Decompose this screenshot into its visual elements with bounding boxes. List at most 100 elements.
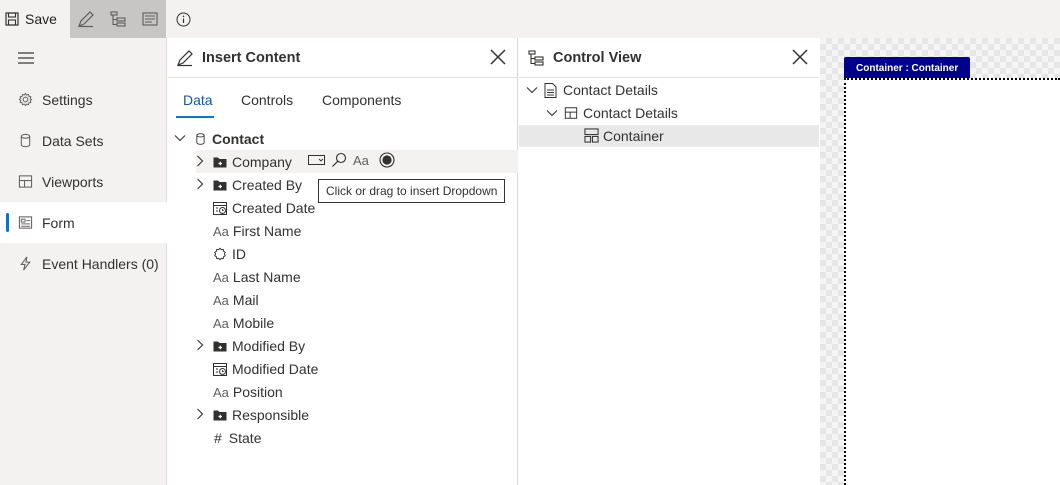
text-type-icon: Aa bbox=[213, 315, 229, 331]
container-dropzone[interactable] bbox=[844, 78, 1060, 485]
tree-root-label: Contact bbox=[212, 131, 265, 147]
tree-icon bbox=[528, 49, 544, 66]
tab-data[interactable]: Data bbox=[183, 92, 213, 108]
tab-components[interactable]: Components bbox=[322, 92, 401, 108]
tab-controls[interactable]: Controls bbox=[241, 92, 293, 108]
layout-icon bbox=[564, 106, 578, 120]
insert-radio-button[interactable] bbox=[379, 152, 395, 168]
field-company[interactable]: Company bbox=[213, 151, 292, 173]
field-label: Modified By bbox=[232, 338, 306, 354]
hamburger-menu-button[interactable] bbox=[18, 51, 34, 65]
collapse-contact-chevron[interactable] bbox=[174, 132, 186, 144]
lookup-folder-icon bbox=[213, 157, 227, 168]
field-mobile[interactable]: Aa Mobile bbox=[213, 312, 274, 334]
nav-item-settings[interactable]: Settings bbox=[0, 79, 167, 120]
text-type-icon: Aa bbox=[213, 269, 229, 285]
control-view-header: Control View bbox=[519, 38, 819, 78]
cv-node-contact-details-root[interactable]: Contact Details bbox=[519, 79, 819, 101]
save-icon bbox=[5, 12, 19, 26]
nav-item-event-handlers[interactable]: Event Handlers (0) bbox=[0, 243, 167, 284]
expand-company-chevron[interactable] bbox=[194, 155, 206, 167]
close-control-view-button[interactable] bbox=[791, 48, 809, 66]
field-label: Mail bbox=[232, 292, 259, 308]
cv-node-contact-details-child[interactable]: Contact Details bbox=[519, 102, 819, 124]
field-label: Created Date bbox=[232, 200, 316, 216]
chevron-down-icon bbox=[174, 135, 186, 142]
chevron-right-icon bbox=[197, 155, 204, 167]
panel-title: Control View bbox=[553, 49, 642, 66]
cv-node-container[interactable]: Container bbox=[519, 125, 819, 147]
nav-item-form[interactable]: Form bbox=[0, 202, 167, 243]
field-state[interactable]: # State bbox=[214, 427, 262, 449]
save-label: Save bbox=[25, 11, 57, 27]
nav-label: Data Sets bbox=[42, 132, 104, 149]
field-label: Responsible bbox=[232, 407, 310, 423]
field-label: First Name bbox=[232, 223, 302, 239]
nav-label: Settings bbox=[42, 91, 93, 108]
top-toolbar: Save bbox=[0, 0, 1060, 38]
form-preview-icon bbox=[142, 12, 158, 26]
row-insert-tools: Aa bbox=[308, 152, 395, 168]
tree-root-contact[interactable]: Contact bbox=[194, 128, 264, 150]
preview-toggle[interactable] bbox=[134, 0, 166, 38]
field-created-date[interactable]: Created Date bbox=[213, 197, 315, 219]
field-last-name[interactable]: Aa Last Name bbox=[213, 266, 301, 288]
nav-label: Form bbox=[42, 214, 75, 231]
nav-item-viewports[interactable]: Viewports bbox=[0, 161, 167, 202]
text-type-icon: Aa bbox=[213, 384, 229, 400]
design-canvas[interactable]: Container : Container bbox=[820, 38, 1060, 485]
tooltip: Click or drag to insert Dropdown bbox=[318, 179, 506, 203]
close-icon bbox=[490, 49, 506, 65]
close-insert-panel-button[interactable] bbox=[489, 48, 507, 66]
active-indicator bbox=[6, 213, 9, 232]
cv-node-label: Contact Details bbox=[583, 105, 678, 121]
field-id[interactable]: ID bbox=[213, 243, 246, 265]
search-icon bbox=[332, 152, 347, 167]
text-type-icon: Aa bbox=[213, 223, 229, 239]
tree-icon bbox=[110, 11, 126, 27]
chevron-down-icon[interactable] bbox=[526, 84, 538, 96]
insert-content-header: Insert Content bbox=[168, 38, 517, 78]
field-label: ID bbox=[232, 246, 246, 262]
cv-node-label: Container bbox=[603, 128, 664, 144]
edit-icon bbox=[77, 11, 94, 28]
container-tag[interactable]: Container : Container bbox=[844, 57, 971, 79]
control-view-panel: Control View Contact Details Contact Det… bbox=[519, 38, 819, 485]
nav-label: Event Handlers (0) bbox=[42, 255, 159, 272]
chevron-down-icon[interactable] bbox=[546, 107, 558, 119]
field-modified-by[interactable]: Modified By bbox=[213, 335, 305, 357]
info-icon bbox=[176, 12, 190, 26]
lookup-folder-icon bbox=[213, 341, 227, 352]
insert-dropdown-button[interactable] bbox=[308, 154, 325, 166]
field-created-by[interactable]: Created By bbox=[213, 174, 302, 196]
save-button[interactable]: Save bbox=[0, 0, 68, 38]
nav-item-data-sets[interactable]: Data Sets bbox=[0, 120, 167, 161]
field-mail[interactable]: Aa Mail bbox=[213, 289, 259, 311]
insert-content-panel: Insert Content Data Controls Components … bbox=[168, 38, 518, 485]
nav-label: Viewports bbox=[42, 173, 104, 190]
control-view-toggle[interactable] bbox=[102, 0, 134, 38]
insert-text-button[interactable]: Aa bbox=[353, 153, 369, 168]
insert-content-toggle[interactable] bbox=[70, 0, 102, 38]
expand-created-by-chevron[interactable] bbox=[194, 178, 206, 190]
lookup-folder-icon bbox=[213, 180, 227, 191]
expand-responsible-chevron[interactable] bbox=[194, 408, 206, 420]
info-button[interactable] bbox=[170, 0, 196, 38]
gear-icon bbox=[18, 92, 33, 107]
lightning-icon bbox=[20, 256, 31, 271]
hamburger-icon bbox=[18, 52, 34, 64]
document-icon bbox=[544, 83, 557, 98]
expand-modified-by-chevron[interactable] bbox=[194, 339, 206, 351]
field-label: Modified Date bbox=[232, 361, 319, 377]
chevron-right-icon bbox=[197, 339, 204, 351]
dropdown-control-icon bbox=[308, 155, 325, 165]
lookup-folder-icon bbox=[213, 410, 227, 421]
field-responsible[interactable]: Responsible bbox=[213, 404, 309, 426]
field-first-name[interactable]: Aa First Name bbox=[213, 220, 301, 242]
field-label: Position bbox=[232, 384, 283, 400]
database-icon bbox=[20, 133, 31, 148]
field-position[interactable]: Aa Position bbox=[213, 381, 283, 403]
insert-search-button[interactable] bbox=[331, 152, 347, 168]
field-label: Company bbox=[232, 154, 292, 170]
field-modified-date[interactable]: Modified Date bbox=[213, 358, 318, 380]
